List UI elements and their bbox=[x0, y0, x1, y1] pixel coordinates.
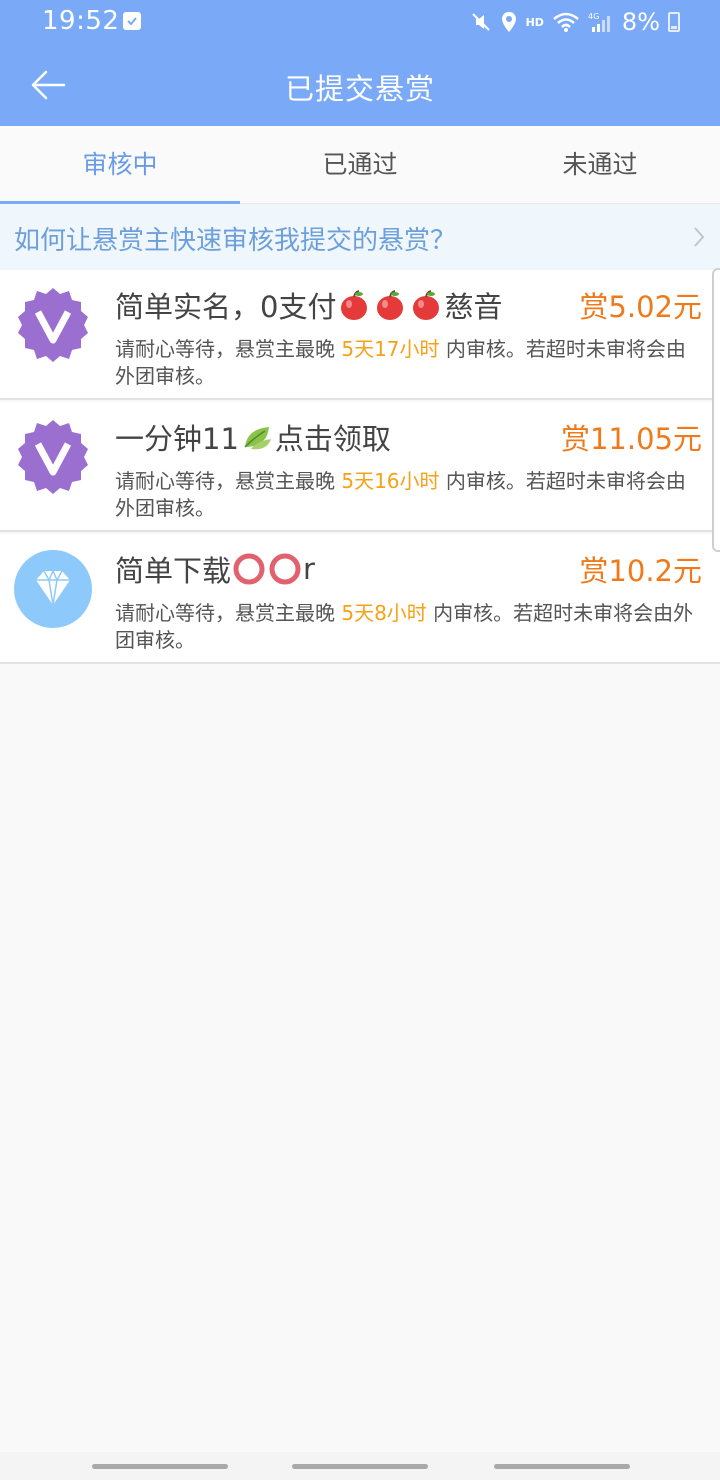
hollow-circle-emoji-icon bbox=[269, 553, 301, 585]
tab-approved[interactable]: 已通过 bbox=[240, 126, 480, 204]
task-card[interactable]: 简单实名，0支付 慈音 赏5.02元 请耐心等待，悬赏主最晚 5天17小时 内审… bbox=[0, 270, 720, 400]
apple-emoji-icon bbox=[341, 290, 368, 320]
task-description: 请耐心等待，悬赏主最晚 5天17小时 内审核。若超时未审将会由外团审核。 bbox=[115, 336, 705, 390]
leaf-emoji-icon bbox=[244, 427, 271, 450]
task-title: 简单下载 r bbox=[115, 548, 315, 590]
notification-check-icon bbox=[123, 12, 141, 30]
v-badge-icon bbox=[14, 418, 92, 496]
task-description: 请耐心等待，悬赏主最晚 5天8小时 内审核。若超时未审将会由外团审核。 bbox=[115, 600, 705, 654]
system-nav-bar bbox=[0, 1452, 720, 1480]
v-badge-icon bbox=[14, 286, 92, 364]
apple-emoji-icon bbox=[413, 290, 440, 320]
battery-icon bbox=[668, 12, 680, 32]
tab-bar: 审核中 已通过 未通过 bbox=[0, 126, 720, 204]
desc-prefix: 请耐心等待，悬赏主最晚 bbox=[115, 337, 342, 361]
svg-text:4G: 4G bbox=[588, 12, 599, 21]
status-icons: HD 4G 8% bbox=[470, 8, 680, 36]
mute-icon bbox=[471, 13, 490, 31]
task-title-text: 简单下载 bbox=[115, 554, 232, 588]
reward-amount: 赏11.05元 bbox=[560, 422, 702, 456]
task-title-suffix: 点击领取 bbox=[274, 422, 391, 456]
review-deadline: 5天16小时 bbox=[341, 469, 440, 493]
tab-reviewing[interactable]: 审核中 bbox=[0, 126, 240, 204]
task-description: 请耐心等待，悬赏主最晚 5天16小时 内审核。若超时未审将会由外团审核。 bbox=[115, 468, 705, 522]
task-card[interactable]: 一分钟11 点击领取 赏11.05元 请耐心等待，悬赏主最晚 5天16小时 内审… bbox=[0, 402, 720, 532]
task-title-suffix: 慈音 bbox=[444, 290, 503, 324]
desc-prefix: 请耐心等待，悬赏主最晚 bbox=[115, 601, 342, 625]
edge-panel-handle[interactable] bbox=[712, 268, 720, 552]
nav-recent-button[interactable] bbox=[92, 1464, 228, 1469]
location-icon bbox=[501, 12, 516, 32]
nav-back-button[interactable] bbox=[494, 1464, 630, 1469]
task-card[interactable]: 简单下载 r 赏10.2元 请耐心等待，悬赏主最晚 5天8小时 内审核。若超时未… bbox=[0, 534, 720, 664]
chevron-right-icon bbox=[692, 226, 706, 252]
page-title: 已提交悬赏 bbox=[284, 72, 435, 106]
status-bar: 19:52 HD 4G 8% bbox=[0, 0, 720, 44]
app-header: 19:52 HD 4G 8% 已提交悬赏 bbox=[0, 0, 720, 126]
battery-percent: 8% bbox=[621, 8, 660, 36]
task-title: 简单实名，0支付 慈音 bbox=[115, 284, 502, 326]
task-title: 一分钟11 点击领取 bbox=[115, 416, 391, 458]
tip-text: 如何让悬赏主快速审核我提交的悬赏？ bbox=[14, 226, 457, 256]
status-time: 19:52 bbox=[42, 6, 120, 36]
hd-indicator: HD bbox=[525, 15, 544, 29]
wifi-icon bbox=[553, 12, 579, 32]
desc-prefix: 请耐心等待，悬赏主最晚 bbox=[115, 469, 342, 493]
hollow-circle-emoji-icon bbox=[233, 553, 265, 585]
signal-4g-icon: 4G bbox=[588, 12, 610, 32]
review-tip-banner[interactable]: 如何让悬赏主快速审核我提交的悬赏？ bbox=[0, 204, 720, 270]
reward-amount: 赏5.02元 bbox=[579, 290, 702, 324]
review-deadline: 5天17小时 bbox=[341, 337, 440, 361]
task-title-text: 简单实名，0支付 bbox=[115, 290, 337, 324]
reward-amount: 赏10.2元 bbox=[579, 554, 702, 588]
review-deadline: 5天8小时 bbox=[341, 601, 427, 625]
diamond-icon bbox=[14, 550, 92, 628]
apple-emoji-icon bbox=[377, 290, 404, 320]
tab-rejected[interactable]: 未通过 bbox=[480, 126, 720, 204]
task-title-text: 一分钟11 bbox=[115, 422, 239, 456]
task-title-suffix: r bbox=[303, 552, 315, 586]
nav-home-button[interactable] bbox=[292, 1464, 428, 1469]
